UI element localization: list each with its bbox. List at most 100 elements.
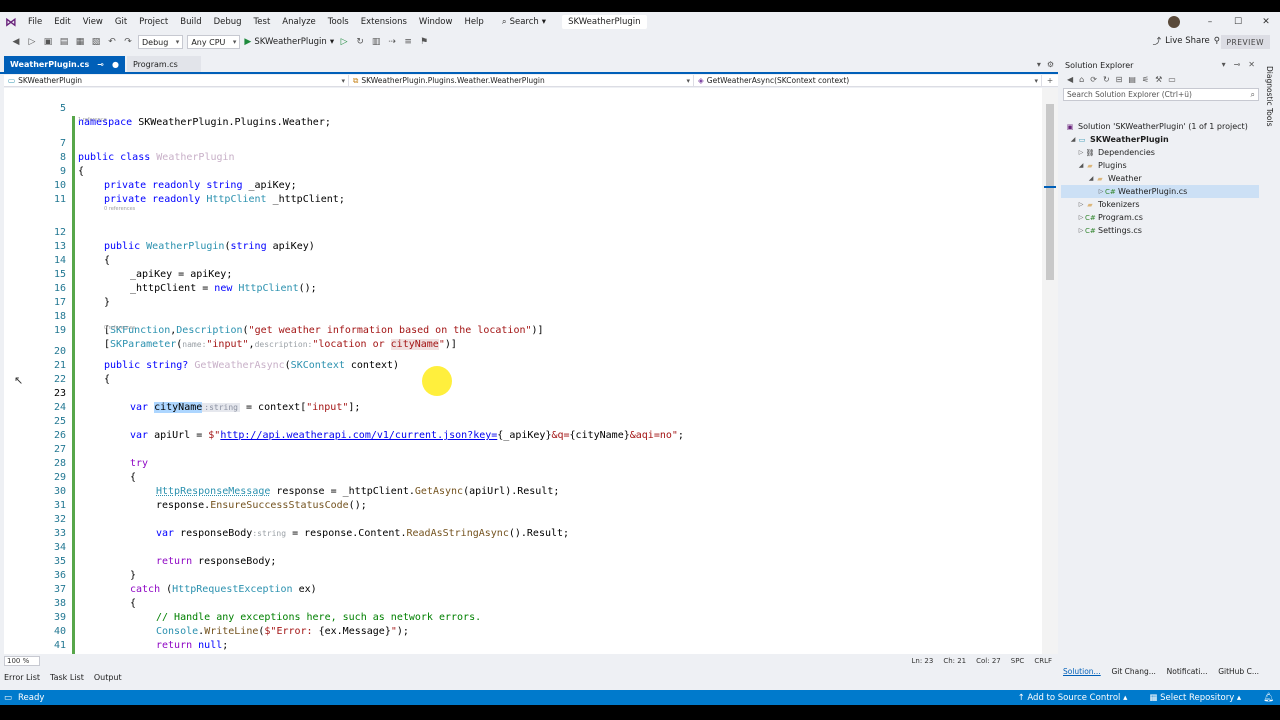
editor-status-line: 100 % Ln: 23 Ch: 21 Col: 27 SPC CRLF xyxy=(0,654,1058,668)
mouse-pointer-icon: ↖ xyxy=(14,374,24,387)
tab-github-copilot[interactable]: GitHub C... xyxy=(1218,667,1259,679)
pin-icon[interactable]: ⊸ xyxy=(1234,60,1241,69)
menu-tools[interactable]: Tools xyxy=(322,17,355,27)
tab-git-changes[interactable]: Git Chang... xyxy=(1111,667,1155,679)
collapsed-arrow-icon[interactable]: ▷ xyxy=(1097,188,1105,195)
menu-file[interactable]: File xyxy=(22,17,48,27)
comment-icon[interactable]: ≡ xyxy=(402,36,414,48)
line-indicator[interactable]: Ln: 23 xyxy=(911,657,933,665)
save-all-icon[interactable]: ▧ xyxy=(90,36,102,48)
menu-view[interactable]: View xyxy=(77,17,109,27)
refresh-icon[interactable]: ↻ xyxy=(1103,75,1110,84)
configuration-select[interactable]: Debug xyxy=(138,35,184,49)
tab-notifications[interactable]: Notificati... xyxy=(1167,667,1208,679)
expanded-arrow-icon[interactable]: ◢ xyxy=(1087,175,1095,182)
close-icon[interactable]: ✕ xyxy=(1252,17,1280,27)
open-icon[interactable]: ▤ xyxy=(58,36,70,48)
home-icon[interactable]: ⌂ xyxy=(1079,75,1084,84)
tree-item-program-cs[interactable]: ▷ C# Program.cs xyxy=(1061,211,1259,224)
start-without-debug-icon[interactable]: ▷ xyxy=(338,36,350,48)
show-all-files-icon[interactable]: ▤ xyxy=(1128,75,1136,84)
tree-item-settings-cs[interactable]: ▷ C# Settings.cs xyxy=(1061,224,1259,237)
redo-icon[interactable]: ↷ xyxy=(122,36,134,48)
preview-icon[interactable]: ▭ xyxy=(1168,75,1176,84)
tree-item-dependencies[interactable]: ▷ ⛓ Dependencies xyxy=(1061,146,1259,159)
diagnostic-tools-sidebar[interactable]: Diagnostic Tools xyxy=(1262,58,1280,678)
project-dropdown[interactable]: ▭ SKWeatherPlugin ▾ xyxy=(4,75,349,86)
menu-extensions[interactable]: Extensions xyxy=(355,17,413,27)
menu-window[interactable]: Window xyxy=(413,17,459,27)
whitespace-indicator[interactable]: SPC xyxy=(1011,657,1025,665)
tab-solution-explorer[interactable]: Solution... xyxy=(1063,667,1101,679)
tree-item-solution[interactable]: ▣ Solution 'SKWeatherPlugin' (1 of 1 pro… xyxy=(1061,120,1259,133)
tree-item-weatherplugin-cs[interactable]: ▷ C# WeatherPlugin.cs xyxy=(1061,185,1259,198)
tree-item-tokenizers[interactable]: ▷ ▰ Tokenizers xyxy=(1061,198,1259,211)
menu-edit[interactable]: Edit xyxy=(48,17,76,27)
menu-test[interactable]: Test xyxy=(248,17,277,27)
tree-item-plugins[interactable]: ◢ ▰ Plugins xyxy=(1061,159,1259,172)
menu-project[interactable]: Project xyxy=(133,17,174,27)
tab-weatherplugin-cs[interactable]: WeatherPlugin.cs ⊸ ● xyxy=(4,56,125,72)
preview-badge[interactable]: PREVIEW xyxy=(1220,35,1270,49)
modified-dot-icon[interactable]: ● xyxy=(112,60,119,69)
close-icon[interactable]: ✕ xyxy=(1248,60,1255,69)
char-indicator[interactable]: Ch: 21 xyxy=(943,657,966,665)
menu-build[interactable]: Build xyxy=(174,17,207,27)
browser-link-icon[interactable]: ▥ xyxy=(370,36,382,48)
save-icon[interactable]: ▦ xyxy=(74,36,86,48)
split-icon[interactable]: + xyxy=(1042,75,1058,86)
back-icon[interactable]: ◀ xyxy=(1067,75,1073,84)
menu-debug[interactable]: Debug xyxy=(208,17,248,27)
select-repository[interactable]: ▦ Select Repository ▴ xyxy=(1149,693,1241,703)
hot-reload-icon[interactable]: ↻ xyxy=(354,36,366,48)
platform-select[interactable]: Any CPU xyxy=(187,35,241,49)
collapsed-arrow-icon[interactable]: ▷ xyxy=(1077,227,1085,234)
collapsed-arrow-icon[interactable]: ▷ xyxy=(1077,214,1085,221)
menu-help[interactable]: Help xyxy=(458,17,489,27)
code-editor[interactable]: 5 namespace SKWeatherPlugin.Plugins.Weat… xyxy=(4,88,1042,654)
solution-explorer-search[interactable]: Search Solution Explorer (Ctrl+ü) ⌕ xyxy=(1063,88,1259,101)
column-indicator[interactable]: Col: 27 xyxy=(976,657,1001,665)
tab-program-cs[interactable]: Program.cs xyxy=(126,56,201,72)
settings-icon[interactable]: ⚙ xyxy=(1047,60,1054,69)
collapsed-arrow-icon[interactable]: ▷ xyxy=(1077,201,1085,208)
expanded-arrow-icon[interactable]: ◢ xyxy=(1077,162,1085,169)
chevron-down-icon[interactable]: ▾ xyxy=(1222,60,1226,69)
back-icon[interactable]: ◀ xyxy=(10,36,22,48)
properties-icon[interactable]: ⚒ xyxy=(1155,75,1162,84)
tab-output[interactable]: Output xyxy=(94,673,122,682)
member-dropdown[interactable]: ◈ GetWeatherAsync(SKContext context) ▾ xyxy=(694,75,1042,86)
new-item-icon[interactable]: ▣ xyxy=(42,36,54,48)
maximize-icon[interactable]: ☐ xyxy=(1224,17,1252,27)
tree-item-project[interactable]: ◢ ▭ SKWeatherPlugin xyxy=(1061,133,1259,146)
avatar[interactable] xyxy=(1168,16,1180,28)
type-dropdown[interactable]: ⧉ SKWeatherPlugin.Plugins.Weather.Weathe… xyxy=(349,75,694,86)
add-to-source-control[interactable]: ↑ Add to Source Control ▴ xyxy=(1018,693,1128,703)
tab-task-list[interactable]: Task List xyxy=(50,673,84,682)
type-dropdown-label: SKWeatherPlugin.Plugins.Weather.WeatherP… xyxy=(361,76,545,85)
filter-icon[interactable]: ⚟ xyxy=(1142,75,1149,84)
search-box[interactable]: ⌕ Search ▾ xyxy=(496,17,552,27)
expanded-arrow-icon[interactable]: ◢ xyxy=(1069,136,1077,143)
pin-icon[interactable]: ⊸ xyxy=(97,60,104,69)
collapse-all-icon[interactable]: ⊟ xyxy=(1116,75,1123,84)
minimize-icon[interactable]: – xyxy=(1196,17,1224,27)
step-icon[interactable]: ⇢ xyxy=(386,36,398,48)
scrollbar-thumb[interactable] xyxy=(1046,104,1054,280)
menu-git[interactable]: Git xyxy=(109,17,133,27)
zoom-select[interactable]: 100 % xyxy=(4,656,41,666)
editor-vertical-scrollbar[interactable] xyxy=(1042,88,1058,654)
run-button[interactable]: ▶ SKWeatherPlugin ▾ xyxy=(244,37,334,47)
chevron-down-icon[interactable]: ▾ xyxy=(1037,60,1041,69)
live-share-button[interactable]: ⤴ Live Share ⚲ xyxy=(1153,35,1220,47)
forward-icon[interactable]: ▷ xyxy=(26,36,38,48)
collapsed-arrow-icon[interactable]: ▷ xyxy=(1077,149,1085,156)
notifications-bell-icon[interactable]: 🔔︎ xyxy=(1263,693,1274,703)
sync-icon[interactable]: ⟳ xyxy=(1090,75,1097,84)
tree-item-weather[interactable]: ◢ ▰ Weather xyxy=(1061,172,1259,185)
tab-error-list[interactable]: Error List xyxy=(4,673,40,682)
menu-analyze[interactable]: Analyze xyxy=(276,17,322,27)
bookmark-icon[interactable]: ⚑ xyxy=(418,36,430,48)
undo-icon[interactable]: ↶ xyxy=(106,36,118,48)
line-ending-indicator[interactable]: CRLF xyxy=(1034,657,1052,665)
